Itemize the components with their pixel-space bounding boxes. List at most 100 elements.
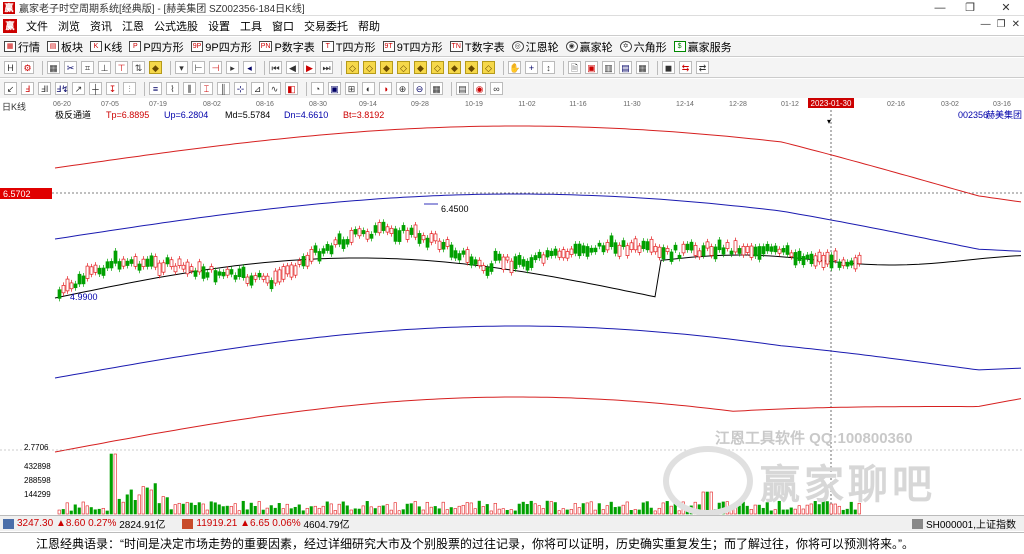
analysis-tool-7-icon[interactable]: ⫶ (123, 82, 136, 95)
toolbar-9t-button[interactable]: 9T 9T四方形 (382, 39, 443, 55)
toolbar-t-button[interactable]: T T四方形 (321, 39, 376, 55)
mdi-restore-button[interactable]: ❐ (997, 19, 1006, 30)
analysis-tool-5-icon[interactable]: ┼ (89, 82, 102, 95)
analysis-tool-25-icon[interactable]: ▤ (456, 82, 469, 95)
draw-tool-16-icon[interactable]: ▶ (303, 61, 316, 74)
analysis-tool-23-icon[interactable]: ⊖ (413, 82, 426, 95)
menu-settings[interactable]: 设置 (203, 18, 235, 34)
analysis-tool-21-icon[interactable]: ◑ (379, 82, 392, 95)
candle-body (237, 268, 242, 278)
draw-tool-7-icon[interactable]: ⇅ (132, 61, 145, 74)
right-ticker[interactable]: SH000001,上证指数 (926, 516, 1016, 531)
menu-file[interactable]: 文件 (21, 18, 53, 34)
draw-tool-34-icon[interactable]: ▦ (636, 61, 649, 74)
draw-tool-29-icon[interactable]: ↕ (542, 61, 555, 74)
draw-tool-5-icon[interactable]: ⊥ (98, 61, 111, 74)
draw-tool-4-icon[interactable]: ⌗ (81, 61, 94, 74)
draw-tool-20-icon[interactable]: ◆ (380, 61, 393, 74)
analysis-tool-4-icon[interactable]: ↗ (72, 82, 85, 95)
analysis-tool-14-icon[interactable]: ⊿ (251, 82, 264, 95)
draw-tool-37-icon[interactable]: ⇄ (696, 61, 709, 74)
menu-trade[interactable]: 交易委托 (299, 18, 353, 34)
analysis-tool-18-icon[interactable]: ▣ (328, 82, 341, 95)
analysis-tool-10-icon[interactable]: ⫼ (183, 82, 196, 95)
draw-tool-31-icon[interactable]: ▣ (585, 61, 598, 74)
close-button[interactable]: ✕ (988, 0, 1024, 16)
draw-tool-33-icon[interactable]: ▤ (619, 61, 632, 74)
menu-tools[interactable]: 工具 (235, 18, 267, 34)
draw-tool-32-icon[interactable]: ▥ (602, 61, 615, 74)
analysis-tool-27-icon[interactable]: ∞ (490, 82, 503, 95)
analysis-tool-2-icon[interactable]: ℲI (38, 82, 51, 95)
draw-tool-21-icon[interactable]: ◇ (397, 61, 410, 74)
toolbar-dollar-button[interactable]: $ 赢家服务 (673, 39, 732, 55)
analysis-tool-22-icon[interactable]: ⊕ (396, 82, 409, 95)
draw-tool-36-icon[interactable]: ⇆ (679, 61, 692, 74)
analysis-tool-24-icon[interactable]: ▦ (430, 82, 443, 95)
draw-tool-23-icon[interactable]: ◇ (431, 61, 444, 74)
candle-body (745, 246, 750, 253)
analysis-tool-6-icon[interactable]: ↧ (106, 82, 119, 95)
analysis-tool-8-icon[interactable]: ≡ (149, 82, 162, 95)
restore-button[interactable]: ❐ (955, 0, 985, 16)
menu-browse[interactable]: 浏览 (53, 18, 85, 34)
mdi-close-button[interactable]: ✕ (1012, 19, 1020, 30)
draw-tool-0-icon[interactable]: H (4, 61, 17, 74)
analysis-tool-17-icon[interactable]: ◔ (311, 82, 324, 95)
draw-tool-8-icon[interactable]: ◆ (149, 61, 162, 74)
draw-tool-15-icon[interactable]: ◀ (286, 61, 299, 74)
draw-tool-12-icon[interactable]: ▸ (226, 61, 239, 74)
volume-bar (165, 497, 169, 515)
menu-formula[interactable]: 公式选股 (149, 18, 203, 34)
draw-tool-17-icon[interactable]: ⏭ (320, 61, 333, 74)
toolbar-kline-button[interactable]: K K线 (90, 39, 122, 55)
draw-tool-9-icon[interactable]: ▾ (175, 61, 188, 74)
draw-tool-35-icon[interactable]: ◼ (662, 61, 675, 74)
draw-tool-11-icon[interactable]: ⊣ (209, 61, 222, 74)
toolbar-grid-button[interactable]: ▦ 行情 (4, 39, 40, 55)
analysis-tool-3-icon[interactable]: Ⅎ↯ (55, 82, 69, 95)
toolbar-wheel-button[interactable]: ◎ 江恩轮 (511, 39, 559, 55)
toolbar-pn-button[interactable]: PN P数字表 (258, 39, 315, 55)
draw-tool-25-icon[interactable]: ◆ (465, 61, 478, 74)
analysis-tool-12-icon[interactable]: ║ (217, 82, 230, 95)
menu-window[interactable]: 窗口 (267, 18, 299, 34)
toolbar-9p-button[interactable]: 9P 9P四方形 (190, 39, 252, 55)
analysis-tool-16-icon[interactable]: ◧ (285, 82, 298, 95)
draw-tool-26-icon[interactable]: ◇ (482, 61, 495, 74)
draw-tool-28-icon[interactable]: + (525, 61, 538, 74)
mdi-minimize-button[interactable]: — (981, 19, 991, 30)
draw-tool-13-icon[interactable]: ◂ (243, 61, 256, 74)
draw-tool-27-icon[interactable]: ✋ (508, 61, 521, 74)
menu-gann[interactable]: 江恩 (117, 18, 149, 34)
draw-tool-18-icon[interactable]: ◇ (346, 61, 359, 74)
toolbar-hexagon-button[interactable]: ✡ 六角形 (619, 39, 667, 55)
draw-tool-2-icon[interactable]: ▦ (47, 61, 60, 74)
draw-tool-24-icon[interactable]: ◆ (448, 61, 461, 74)
draw-tool-3-icon[interactable]: ✂ (64, 61, 77, 74)
draw-tool-1-icon[interactable]: ⚙ (21, 61, 34, 74)
draw-tool-6-icon[interactable]: ⊤ (115, 61, 128, 74)
draw-tool-30-icon[interactable]: 🗎 (568, 61, 581, 74)
analysis-tool-26-icon[interactable]: ◉ (473, 82, 486, 95)
draw-tool-19-icon[interactable]: ◇ (363, 61, 376, 74)
menu-help[interactable]: 帮助 (353, 18, 385, 34)
toolbar-wheel2-button[interactable]: ◉ 赢家轮 (565, 39, 613, 55)
analysis-tool-9-icon[interactable]: ⌇ (166, 82, 179, 95)
toolbar-tn-button[interactable]: TN T数字表 (449, 39, 505, 55)
menu-info[interactable]: 资讯 (85, 18, 117, 34)
draw-tool-22-icon[interactable]: ◆ (414, 61, 427, 74)
analysis-tool-11-icon[interactable]: ⌶ (200, 82, 213, 95)
analysis-tool-15-icon[interactable]: ∿ (268, 82, 281, 95)
minimize-button[interactable]: — (925, 0, 955, 16)
toolbar-p-button[interactable]: P P四方形 (129, 39, 184, 55)
volume-bar (617, 506, 621, 515)
analysis-tool-20-icon[interactable]: ◐ (362, 82, 375, 95)
analysis-tool-13-icon[interactable]: ⊹ (234, 82, 247, 95)
draw-tool-10-icon[interactable]: ⊢ (192, 61, 205, 74)
analysis-tool-1-icon[interactable]: Ⅎ (21, 82, 34, 95)
analysis-tool-19-icon[interactable]: ⊞ (345, 82, 358, 95)
analysis-tool-0-icon[interactable]: ↙ (4, 82, 17, 95)
draw-tool-14-icon[interactable]: ⏮ (269, 61, 282, 74)
toolbar-blocks-button[interactable]: ▤ 板块 (47, 39, 83, 55)
